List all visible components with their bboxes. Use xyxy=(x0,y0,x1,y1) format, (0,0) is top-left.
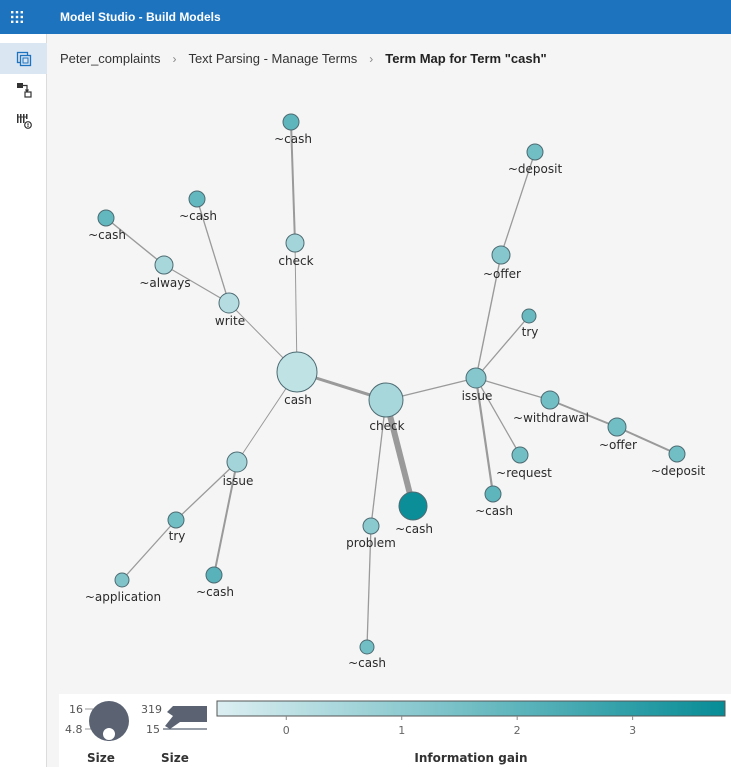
term-node-cash_a[interactable] xyxy=(97,209,115,227)
term-label-try1: try xyxy=(169,529,186,543)
term-node-check1[interactable] xyxy=(285,233,305,253)
color-scale-legend: 0 1 2 3 Information gain xyxy=(216,700,726,765)
term-label-cash_main: ~cash xyxy=(395,522,433,536)
term-label-deposit2: ~deposit xyxy=(651,464,706,478)
term-node-application[interactable] xyxy=(114,572,130,588)
term-label-check2: check xyxy=(369,419,404,433)
term-node-deposit2[interactable] xyxy=(668,445,686,463)
term-label-issue1: issue xyxy=(223,474,254,488)
term-label-check1: check xyxy=(278,254,313,268)
term-label-withdrawal: ~withdrawal xyxy=(513,411,589,425)
color-scale-label: Information gain xyxy=(414,751,527,765)
term-label-cash_i: ~cash xyxy=(196,585,234,599)
color-scale-tick-label: 0 xyxy=(283,724,290,737)
results-table-icon xyxy=(16,113,32,129)
term-node-offer1[interactable] xyxy=(491,245,511,265)
term-node-cash_top[interactable] xyxy=(282,113,300,131)
term-label-root: cash xyxy=(284,393,312,407)
term-node-problem[interactable] xyxy=(362,517,380,535)
term-map[interactable]: cash check ~cash write ~cash ~always ~cash issu… xyxy=(48,34,731,689)
node-size-label: Size xyxy=(87,751,115,765)
term-label-application: ~application xyxy=(85,590,161,604)
data-copy-icon xyxy=(16,51,31,66)
apps-grid-icon[interactable] xyxy=(0,0,34,34)
term-label-cash_a: ~cash xyxy=(88,228,126,242)
term-label-write: write xyxy=(215,314,245,328)
term-node-cash_w[interactable] xyxy=(188,190,206,208)
color-scale-tick-label: 2 xyxy=(514,724,521,737)
term-node-always[interactable] xyxy=(154,255,174,275)
term-node-cash_p[interactable] xyxy=(359,639,375,655)
term-label-cash_top: ~cash xyxy=(274,132,312,146)
main-panel: Peter_complaints › Text Parsing - Manage… xyxy=(48,34,731,767)
legend-panel: 16 4.8 Size 319 15 Size 0 1 2 3 Informat… xyxy=(59,694,731,767)
term-node-write[interactable] xyxy=(218,292,240,314)
node-size-max: 16 xyxy=(69,703,83,716)
color-scale-tick-label: 3 xyxy=(629,724,636,737)
term-node-cash_r[interactable] xyxy=(484,485,502,503)
term-node-issue2[interactable] xyxy=(465,367,487,389)
term-node-offer2[interactable] xyxy=(607,417,627,437)
term-label-deposit1: ~deposit xyxy=(508,162,563,176)
term-node-issue1[interactable] xyxy=(226,451,248,473)
link-size-label: Size xyxy=(161,751,189,765)
term-label-cash_r: ~cash xyxy=(475,504,513,518)
sidebar-item-results[interactable] xyxy=(0,105,47,136)
node-size-min: 4.8 xyxy=(65,723,83,736)
sidebar xyxy=(0,34,47,767)
sidebar-item-data[interactable] xyxy=(0,43,47,74)
pipeline-flow-icon xyxy=(16,82,32,98)
term-label-cash_w: ~cash xyxy=(179,209,217,223)
link-size-wedge xyxy=(165,706,207,729)
term-node-check2[interactable] xyxy=(368,382,404,418)
term-node-cash_i[interactable] xyxy=(205,566,223,584)
term-label-offer1: ~offer xyxy=(483,267,521,281)
term-node-cash_main[interactable] xyxy=(398,491,428,521)
node-size-legend: 16 4.8 Size xyxy=(65,701,129,765)
term-label-offer2: ~offer xyxy=(599,438,637,452)
term-node-request[interactable] xyxy=(511,446,529,464)
term-node-try1[interactable] xyxy=(167,511,185,529)
term-node-try2[interactable] xyxy=(521,308,537,324)
top-bar: Model Studio - Build Models xyxy=(0,0,731,34)
app-title: Model Studio - Build Models xyxy=(60,10,221,24)
color-scale-bar xyxy=(216,700,726,717)
node-size-small-circle xyxy=(102,727,116,741)
term-label-try2: try xyxy=(522,325,539,339)
color-scale-tick-label: 1 xyxy=(398,724,405,737)
term-node-root[interactable] xyxy=(276,351,318,393)
term-label-issue2: issue xyxy=(462,389,493,403)
term-node-deposit1[interactable] xyxy=(526,143,544,161)
sidebar-item-pipeline[interactable] xyxy=(0,74,47,105)
term-label-request: ~request xyxy=(496,466,552,480)
term-label-cash_p: ~cash xyxy=(348,656,386,670)
term-label-problem: problem xyxy=(346,536,396,550)
term-label-always: ~always xyxy=(139,276,190,290)
link-size-max: 319 xyxy=(141,703,162,716)
link-size-legend: 319 15 Size xyxy=(141,703,207,765)
link-size-min: 15 xyxy=(146,723,160,736)
term-node-withdrawal[interactable] xyxy=(540,390,560,410)
